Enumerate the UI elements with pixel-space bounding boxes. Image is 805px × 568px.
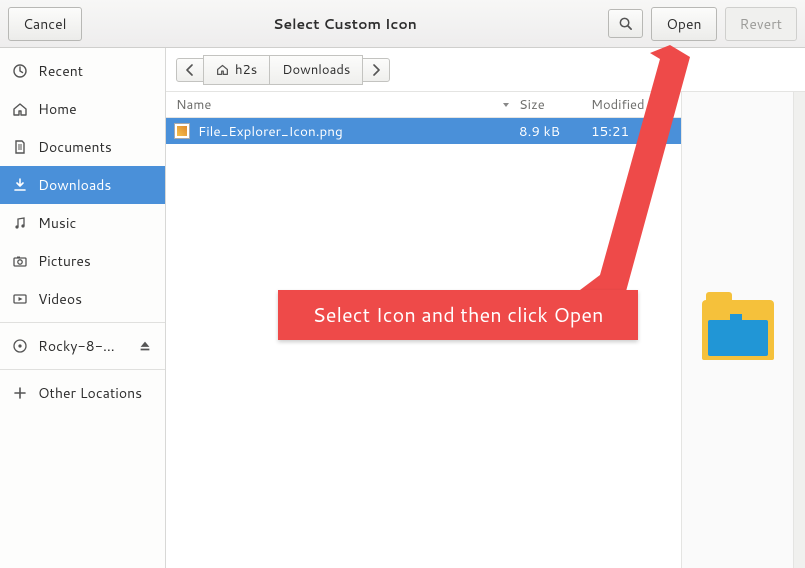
path-segment-label: h2s	[235, 61, 257, 79]
path-bar: h2s Downloads	[166, 48, 805, 92]
sidebar-item-label: Downloads	[38, 175, 111, 195]
disc-icon	[12, 338, 28, 354]
sidebar-item-videos[interactable]: Videos	[0, 280, 165, 318]
file-size: 8.9 kB	[519, 122, 591, 141]
file-row[interactable]: File_Explorer_Icon.png 8.9 kB 15:21	[166, 118, 681, 144]
sidebar-item-label: Pictures	[38, 251, 91, 271]
sidebar-item-recent[interactable]: Recent	[0, 52, 165, 90]
path-back-button[interactable]	[176, 58, 204, 82]
column-size[interactable]: Size	[519, 96, 591, 114]
sidebar: Recent Home Documents Downloads Music Pi…	[0, 48, 166, 568]
sidebar-item-music[interactable]: Music	[0, 204, 165, 242]
annotation-text: Select Icon and then click Open	[312, 301, 603, 329]
annotation-callout: Select Icon and then click Open	[278, 290, 638, 340]
path-segment-downloads[interactable]: Downloads	[269, 55, 363, 85]
dialog-title: Select Custom Icon	[90, 14, 601, 34]
column-modified[interactable]: Modified	[591, 96, 681, 114]
chevron-right-icon	[371, 64, 381, 76]
video-icon	[12, 291, 28, 307]
camera-icon	[12, 253, 28, 269]
sidebar-item-other-locations[interactable]: Other Locations	[0, 374, 165, 412]
file-name: File_Explorer_Icon.png	[198, 122, 343, 141]
sidebar-item-label: Recent	[38, 61, 83, 81]
search-icon	[618, 16, 633, 31]
path-forward-button[interactable]	[362, 58, 390, 82]
revert-button: Revert	[725, 7, 797, 41]
sidebar-item-label: Other Locations	[38, 383, 142, 403]
sidebar-item-label: Videos	[38, 289, 82, 309]
image-file-icon	[174, 123, 190, 139]
vertical-scrollbar[interactable]	[793, 92, 805, 568]
column-name[interactable]: Name	[166, 96, 519, 114]
column-headers[interactable]: Name Size Modified	[166, 92, 681, 118]
chevron-left-icon	[185, 64, 195, 76]
sidebar-item-label: Home	[38, 99, 77, 119]
path-segment-home[interactable]: h2s	[203, 55, 270, 85]
sort-desc-icon	[501, 100, 511, 110]
home-icon	[12, 101, 28, 117]
path-segment-label: Downloads	[282, 61, 350, 79]
sidebar-item-label: Music	[38, 213, 76, 233]
sidebar-item-documents[interactable]: Documents	[0, 128, 165, 166]
download-icon	[12, 177, 28, 193]
preview-pane	[681, 92, 793, 568]
search-button[interactable]	[608, 9, 643, 38]
divider	[0, 369, 165, 370]
eject-icon[interactable]	[137, 338, 153, 354]
divider	[0, 322, 165, 323]
file-modified: 15:21	[591, 122, 681, 141]
open-button[interactable]: Open	[651, 7, 716, 41]
header-bar: Cancel Select Custom Icon Open Revert	[0, 0, 805, 48]
sidebar-item-label: Rocky-8-…	[38, 336, 115, 356]
plus-icon	[12, 385, 28, 401]
clock-icon	[12, 63, 28, 79]
home-icon	[216, 63, 229, 76]
sidebar-item-label: Documents	[38, 137, 112, 157]
sidebar-item-volume[interactable]: Rocky-8-…	[0, 327, 165, 365]
music-icon	[12, 215, 28, 231]
file-explorer-preview-icon	[702, 300, 774, 360]
sidebar-item-home[interactable]: Home	[0, 90, 165, 128]
sidebar-item-downloads[interactable]: Downloads	[0, 166, 165, 204]
document-icon	[12, 139, 28, 155]
sidebar-item-pictures[interactable]: Pictures	[0, 242, 165, 280]
cancel-button[interactable]: Cancel	[8, 7, 82, 41]
